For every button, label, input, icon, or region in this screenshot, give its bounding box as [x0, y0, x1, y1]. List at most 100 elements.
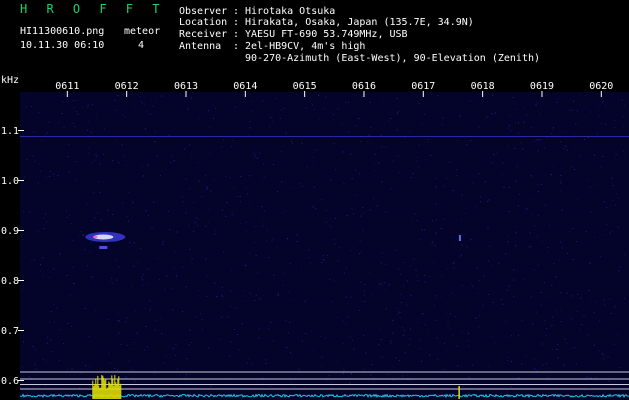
noise-speck	[188, 224, 190, 226]
noise-speck	[123, 115, 125, 116]
noise-speck	[537, 264, 539, 266]
noise-speck	[419, 339, 421, 340]
noise-speck	[206, 296, 208, 297]
noise-speck	[156, 155, 158, 157]
noise-speck	[492, 101, 494, 103]
noise-speck	[613, 344, 615, 345]
noise-speck	[373, 164, 375, 166]
noise-speck	[443, 369, 445, 371]
noise-speck	[577, 110, 578, 112]
noise-speck	[460, 219, 462, 221]
noise-speck	[619, 266, 621, 268]
noise-speck	[305, 107, 307, 109]
noise-speck	[508, 285, 510, 287]
noise-speck	[191, 258, 193, 260]
noise-speck	[561, 247, 563, 249]
noise-speck	[94, 217, 96, 219]
noise-speck	[53, 268, 55, 270]
noise-speck	[459, 255, 461, 257]
noise-speck	[491, 162, 493, 164]
noise-speck	[247, 362, 249, 364]
noise-speck	[397, 155, 399, 157]
noise-speck	[202, 329, 203, 331]
noise-speck	[249, 175, 251, 177]
noise-speck	[22, 288, 24, 290]
noise-speck	[526, 208, 528, 210]
noise-speck	[519, 194, 521, 195]
noise-speck	[408, 344, 410, 346]
noise-speck	[537, 191, 539, 192]
noise-speck	[268, 328, 270, 330]
noise-speck	[268, 145, 270, 147]
noise-speck	[197, 162, 199, 164]
noise-speck	[75, 179, 77, 181]
noise-speck	[602, 101, 604, 103]
noise-speck	[398, 268, 400, 270]
noise-speck	[61, 113, 63, 114]
noise-speck	[102, 153, 104, 155]
noise-speck	[92, 220, 93, 221]
noise-speck	[532, 323, 534, 325]
noise-speck	[99, 163, 101, 165]
noise-speck	[234, 106, 236, 108]
noise-speck	[468, 376, 470, 378]
noise-speck	[616, 193, 617, 195]
noise-speck	[331, 387, 333, 389]
noise-speck	[345, 296, 347, 298]
noise-speck	[87, 106, 89, 108]
noise-speck	[342, 151, 344, 153]
noise-speck	[510, 116, 512, 118]
noise-speck	[136, 262, 138, 264]
noise-speck	[544, 147, 545, 149]
noise-speck	[59, 329, 61, 331]
noise-speck	[614, 304, 616, 306]
noise-speck	[244, 290, 246, 292]
noise-speck	[153, 201, 155, 203]
noise-speck	[271, 117, 273, 119]
noise-speck	[435, 319, 437, 321]
level-spike	[102, 375, 104, 399]
noise-speck	[381, 97, 383, 99]
noise-speck	[117, 312, 119, 314]
level-spike	[117, 378, 119, 399]
noise-speck	[452, 236, 453, 238]
noise-speck	[225, 215, 227, 217]
noise-speck	[417, 322, 419, 324]
noise-speck	[537, 235, 539, 237]
noise-speck	[540, 183, 542, 185]
noise-speck	[507, 360, 509, 361]
noise-speck	[420, 348, 422, 350]
filename: HI11300610.png	[20, 26, 105, 37]
noise-speck	[447, 294, 449, 296]
noise-speck	[172, 347, 174, 349]
noise-speck	[133, 265, 135, 267]
noise-speck	[471, 109, 473, 111]
noise-speck	[566, 342, 568, 344]
level-spike	[458, 386, 460, 399]
noise-speck	[456, 174, 457, 176]
noise-speck	[125, 164, 127, 166]
meteor-echo-weak	[458, 235, 461, 241]
noise-speck	[208, 221, 210, 223]
noise-speck	[249, 292, 251, 294]
noise-speck	[461, 244, 463, 246]
noise-speck	[292, 187, 294, 189]
noise-speck	[429, 354, 431, 356]
noise-speck	[533, 358, 535, 360]
noise-speck	[530, 296, 532, 298]
noise-speck	[367, 141, 369, 143]
noise-speck	[402, 375, 404, 377]
noise-speck	[80, 231, 82, 233]
noise-speck	[560, 141, 561, 143]
y-tick-label: 0.9	[1, 226, 19, 237]
noise-speck	[413, 258, 415, 260]
noise-speck	[403, 334, 405, 336]
noise-speck	[552, 349, 553, 351]
noise-speck	[249, 121, 251, 123]
noise-speck	[508, 211, 510, 212]
noise-speck	[424, 229, 425, 231]
noise-speck	[563, 363, 565, 365]
level-spike	[107, 387, 109, 399]
noise-speck	[515, 226, 517, 228]
noise-speck	[198, 180, 200, 182]
